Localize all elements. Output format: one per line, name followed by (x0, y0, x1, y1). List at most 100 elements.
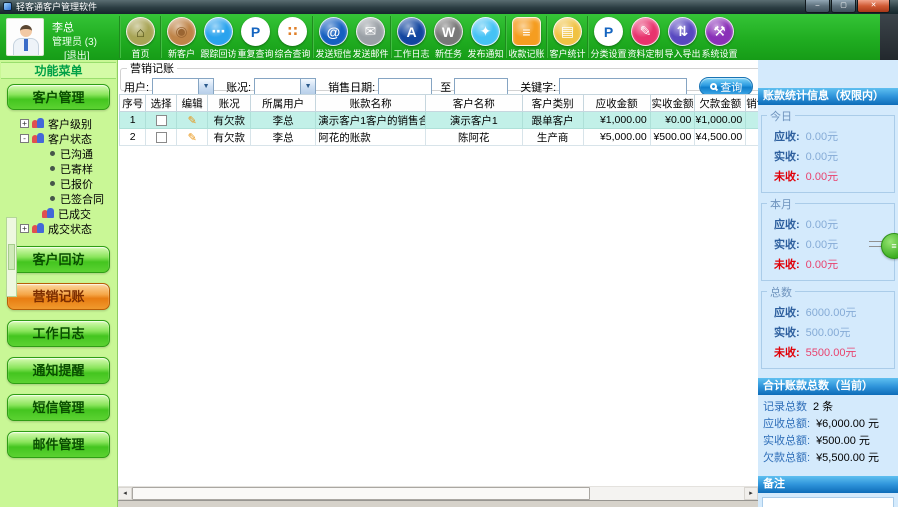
tree-scrollbar-thumb[interactable] (8, 244, 15, 270)
maximize-icon[interactable]: ▢ (831, 0, 856, 13)
stats-row-value: 0.00元 (805, 131, 839, 143)
toolbar-button-duplicate-query[interactable]: P 重复查询 (237, 14, 274, 60)
tree-item-deal-done[interactable]: 已成交 (18, 206, 115, 221)
toolbar-button-import-export[interactable]: ⇅ 导入导出 (664, 14, 701, 60)
toolbar-button-label: 发布通知 (467, 49, 504, 59)
stats-row-label: 实收: (774, 151, 800, 163)
scroll-left-icon[interactable]: ◂ (118, 487, 132, 500)
sidebar-button-work-log[interactable]: 工作日志 (7, 320, 110, 347)
sidebar-button-marketing-ledger[interactable]: 营销记账 (7, 283, 110, 310)
column-header: 应收金额 (582, 94, 651, 112)
chevron-down-icon[interactable]: ▼ (300, 79, 316, 94)
table-row[interactable]: 1✎有欠款李总演示客户1客户的销售合同XS150…演示客户1跟单客户¥1,000… (119, 111, 758, 129)
people-icon (32, 223, 45, 234)
stats-row: 实收: 500.00元 (762, 323, 894, 343)
app-window: 轻客通客户管理软件 – ▢ ✕ 李总 管理员 (3) [退出] ⌂ 首页 ◉ 新客户 ⋯… (0, 0, 898, 507)
tree-item-deal-status[interactable]: + 成交状态 (18, 221, 115, 236)
toolbar-separator (160, 16, 162, 58)
column-header: 选择 (145, 94, 177, 112)
row-checkbox[interactable] (155, 114, 167, 126)
toolbar-button-new-customer[interactable]: ◉ 新客户 (163, 14, 200, 60)
tree-item-contract-signed[interactable]: 已签合同 (18, 191, 115, 206)
horizontal-scrollbar[interactable]: ◂ ▸ (118, 486, 758, 500)
import-export-icon: ⇅ (668, 17, 697, 46)
function-menu-sidebar: 功能菜单 客户管理 + 客户级别 - 客户状态 已沟通 已寄样已报价 已签合同 已成交 + 成交状… (0, 60, 118, 507)
tree-item-quoted[interactable]: 已报价 (18, 176, 115, 191)
sidebar-button-email-management[interactable]: 邮件管理 (7, 431, 110, 458)
toolbar-button-label: 跟踪回访 (200, 49, 237, 59)
stats-row-value: 0.00元 (805, 151, 839, 163)
data-customization-icon: ✎ (631, 17, 660, 46)
cell-owner: 李总 (250, 111, 317, 129)
toolbar-button-payment-records[interactable]: ≡ 收款记账 (508, 14, 545, 60)
row-checkbox[interactable] (155, 131, 167, 143)
close-icon[interactable]: ✕ (857, 0, 890, 13)
user-select[interactable]: ▼ (152, 78, 215, 95)
header-bar: 李总 管理员 (3) [退出] ⌂ 首页 ◉ 新客户 ⋯ 跟踪回访 P 重复查询 ∷ 综合查询 @ 发… (0, 14, 880, 62)
cell-no: 2 (119, 128, 147, 146)
column-header: 客户类别 (521, 94, 584, 112)
avatar-head (20, 25, 32, 37)
toolbar-button-customer-stats[interactable]: ▤ 客户统计 (549, 14, 586, 60)
summary-row-value: 2 条 (813, 401, 834, 413)
cell-status: 有欠款 (207, 128, 252, 146)
scroll-right-icon[interactable]: ▸ (744, 487, 758, 500)
toolbar-button-system-settings[interactable]: ⚒ 系统设置 (701, 14, 738, 60)
expander-icon[interactable]: + (20, 224, 29, 233)
sidebar-button-customer-management[interactable]: 客户管理 (7, 84, 110, 110)
tree-item-communicated[interactable]: 已沟通 (18, 146, 115, 161)
toolbar-button-data-customization[interactable]: ✎ 资料定制 (627, 14, 664, 60)
toolbar-button-label: 资料定制 (627, 49, 664, 59)
user-filter-label: 用户: (124, 81, 150, 94)
scrollbar-thumb[interactable] (132, 487, 590, 500)
date-to-input[interactable] (454, 78, 509, 95)
toolbar-button-work-log[interactable]: A 工作日志 (393, 14, 430, 60)
toolbar-button-send-email[interactable]: ✉ 发送邮件 (352, 14, 389, 60)
toolbar-button-publish-notice[interactable]: ✦ 发布通知 (467, 14, 504, 60)
tree-item-customer-status[interactable]: - 客户状态 (18, 131, 115, 146)
toolbar-button-home[interactable]: ⌂ 首页 (122, 14, 159, 60)
expander-icon[interactable]: - (20, 134, 29, 143)
column-header: 实收金额 (649, 94, 696, 112)
chevron-down-icon[interactable]: ▼ (198, 79, 214, 94)
toolbar-button-label: 导入导出 (664, 49, 701, 59)
stats-row: 未收: 0.00元 (762, 167, 894, 187)
tree-item-sample-sent[interactable]: 已寄样 (18, 161, 115, 176)
toolbar-button-new-task[interactable]: W 新任务 (430, 14, 467, 60)
table-row[interactable]: 2 ✎ 有欠款 李总 阿花的账款 陈阿花 生产商 ¥5,000.00 ¥500.00 ¥4,500… (119, 128, 758, 146)
note-box[interactable] (762, 497, 894, 507)
keyword-input[interactable] (559, 78, 688, 95)
summary-row-label: 应收总额: (763, 418, 811, 430)
main-area: 营销记账 用户: ▼ 账况: ▼ 销售日期: 至 关键字: 查询 导出记录 序号… (118, 60, 832, 507)
toolbar-separator (390, 16, 392, 58)
cell-edit: ✎ (175, 111, 209, 129)
cell-received: ¥500.00 (649, 128, 696, 146)
sidebar-button-customer-visit[interactable]: 客户回访 (7, 246, 110, 273)
cell-receivable: ¥5,000.00 (582, 128, 651, 146)
toolbar-separator (119, 16, 121, 58)
tree-item-label: 已报价 (60, 178, 93, 191)
avatar (6, 18, 44, 56)
tree-item-label: 成交状态 (48, 223, 92, 236)
toolbar-button-advanced-query[interactable]: ∷ 综合查询 (274, 14, 311, 60)
stats-row-value: 0.00元 (805, 259, 839, 271)
toolbar-separator (312, 16, 314, 58)
summary-row-received-total: 实收总额: ¥500.00 元 (758, 433, 898, 450)
toolbar-button-follow-up-visit[interactable]: ⋯ 跟踪回访 (200, 14, 237, 60)
sidebar-button-notice-reminder[interactable]: 通知提醒 (7, 357, 110, 384)
edit-icon[interactable]: ✎ (188, 115, 197, 127)
stats-row-value: 500.00元 (805, 327, 851, 339)
tree-scrollbar[interactable] (6, 217, 17, 297)
toolbar-button-send-sms[interactable]: @ 发送短信 (315, 14, 352, 60)
toolbar-button-category-settings[interactable]: P 分类设置 (590, 14, 627, 60)
date-from-input[interactable] (378, 78, 433, 95)
tree-item-customer-level[interactable]: + 客户级别 (18, 116, 115, 131)
status-select[interactable]: ▼ (254, 78, 317, 95)
minimize-icon[interactable]: – (805, 0, 830, 13)
sidebar-title: 功能菜单 (1, 62, 116, 79)
stats-row: 实收: 0.00元 (762, 235, 894, 255)
expander-icon[interactable]: + (20, 119, 29, 128)
sidebar-button-sms-management[interactable]: 短信管理 (7, 394, 110, 421)
customer-tree: + 客户级别 - 客户状态 已沟通 已寄样已报价 已签合同 已成交 + 成交状态 (18, 116, 115, 236)
edit-icon[interactable]: ✎ (188, 132, 197, 144)
